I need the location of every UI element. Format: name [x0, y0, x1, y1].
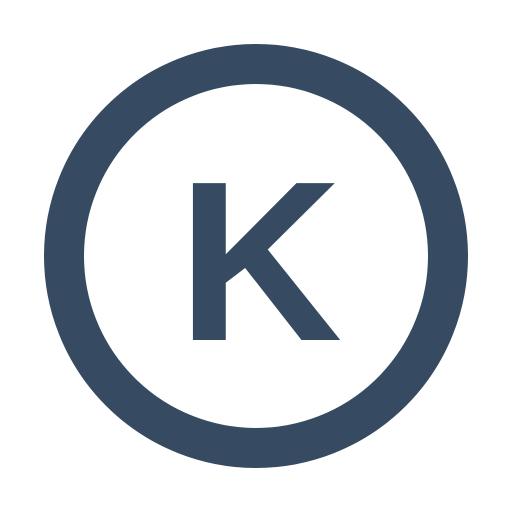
icon-letter: K — [178, 135, 343, 389]
icon-canvas: K — [0, 0, 512, 512]
k-circle-icon: K — [44, 44, 468, 468]
